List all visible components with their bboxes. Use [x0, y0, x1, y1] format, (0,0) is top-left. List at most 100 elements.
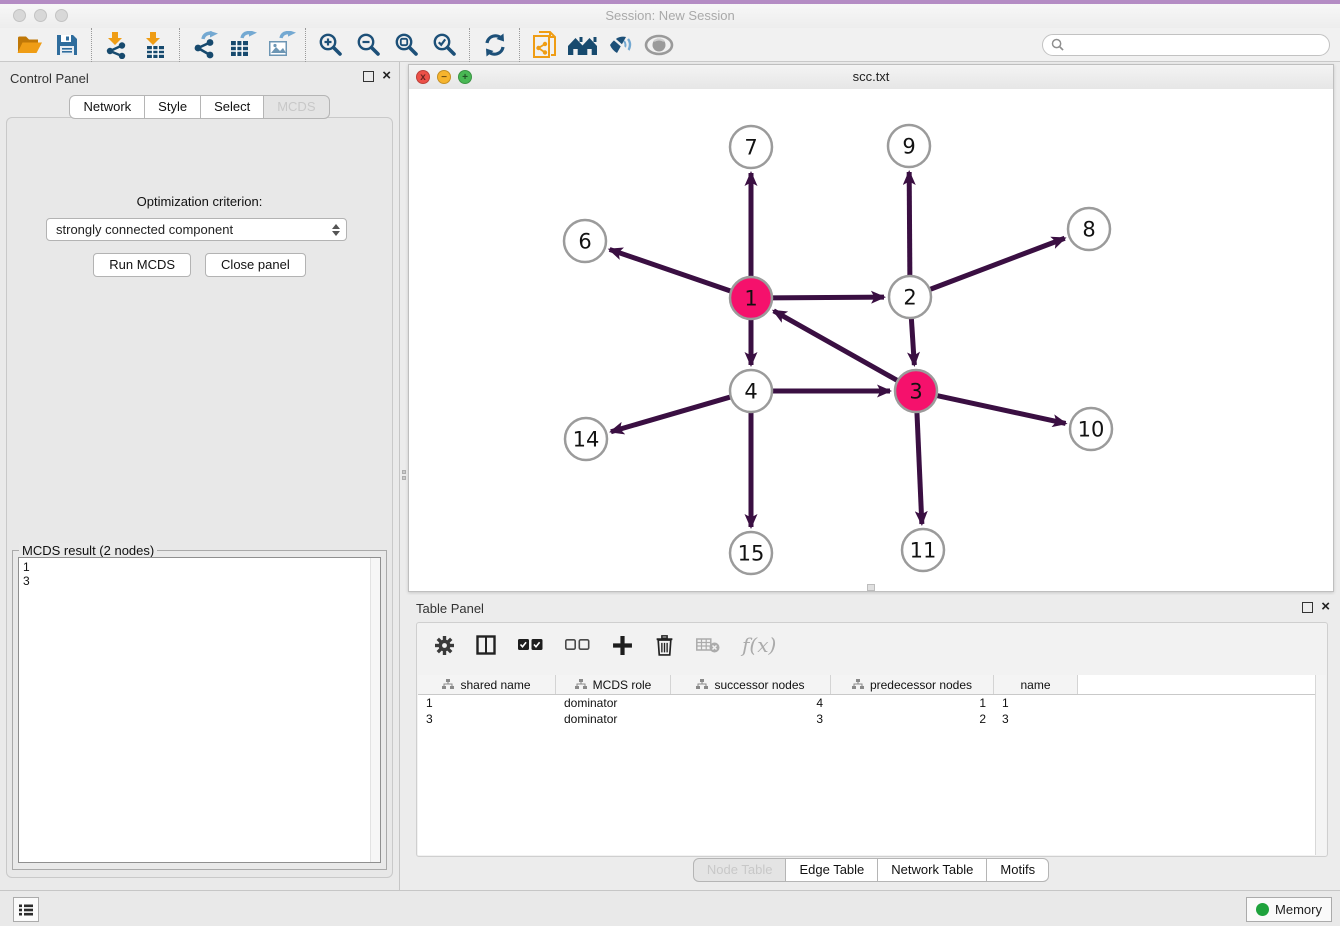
import-table-button[interactable]	[136, 30, 174, 60]
criterion-dropdown[interactable]: strongly connected component	[46, 218, 347, 241]
table-row[interactable]: 1dominator411	[418, 695, 1326, 711]
toolbar-separator	[305, 28, 307, 62]
control-panel: Control Panel × NetworkStyleSelectMCDS O…	[0, 62, 400, 890]
node-6[interactable]: 6	[564, 220, 606, 262]
zoom-fit-icon	[394, 32, 420, 58]
function-builder-button[interactable]: f(x)	[742, 633, 776, 657]
memory-button[interactable]: Memory	[1246, 897, 1332, 922]
node-label: 2	[903, 286, 916, 310]
edge-2-9[interactable]	[909, 172, 910, 278]
column-header-predecessor-nodes[interactable]: predecessor nodes	[831, 675, 994, 694]
cell-successor-nodes[interactable]: 3	[671, 712, 831, 726]
status-bar: Memory	[0, 890, 1340, 926]
panel-splitter[interactable]	[400, 62, 408, 890]
node-7[interactable]: 7	[730, 126, 772, 168]
node-9[interactable]: 9	[888, 125, 930, 167]
float-panel-icon[interactable]	[363, 71, 374, 82]
network-window-titlebar[interactable]: x − + scc.txt	[409, 65, 1333, 90]
node-14[interactable]: 14	[565, 418, 607, 460]
clone-network-button[interactable]	[526, 30, 564, 60]
open-session-button[interactable]	[10, 30, 48, 60]
node-2[interactable]: 2	[889, 276, 931, 318]
node-label: 1	[744, 287, 757, 311]
export-image-icon	[266, 31, 296, 59]
result-scrollbar[interactable]	[370, 558, 380, 862]
tab-select[interactable]: Select	[200, 95, 264, 119]
cell-name[interactable]: 3	[994, 712, 1078, 726]
edge-1-2[interactable]	[770, 297, 884, 298]
cell-predecessor-nodes[interactable]: 2	[831, 712, 994, 726]
export-table-button[interactable]	[224, 30, 262, 60]
zoom-out-button[interactable]	[350, 30, 388, 60]
float-table-panel-icon[interactable]	[1302, 602, 1313, 613]
save-session-button[interactable]	[48, 30, 86, 60]
cell-MCDS-role[interactable]: dominator	[556, 712, 671, 726]
cell-predecessor-nodes[interactable]: 1	[831, 696, 994, 710]
node-3[interactable]: 3	[895, 370, 937, 412]
cell-successor-nodes[interactable]: 4	[671, 696, 831, 710]
show-graphics-button[interactable]	[602, 30, 640, 60]
edge-3-11[interactable]	[917, 410, 922, 524]
node-15[interactable]: 15	[730, 532, 772, 574]
mcds-result-text[interactable]: 1 3	[18, 557, 381, 863]
close-table-panel-icon[interactable]: ×	[1321, 601, 1330, 613]
node-11[interactable]: 11	[902, 529, 944, 571]
birds-eye-button[interactable]	[640, 30, 678, 60]
add-row-button[interactable]	[612, 635, 633, 656]
close-panel-icon[interactable]: ×	[382, 70, 391, 82]
table-toolbar: f(x)	[417, 623, 1327, 667]
edge-2-8[interactable]	[928, 238, 1065, 290]
export-image-button[interactable]	[262, 30, 300, 60]
search-input[interactable]	[1069, 37, 1321, 53]
cell-shared-name[interactable]: 3	[418, 712, 556, 726]
edge-3-10[interactable]	[935, 395, 1066, 423]
edge-1-6[interactable]	[610, 249, 733, 291]
column-header-name[interactable]: name	[994, 675, 1078, 694]
deselect-all-button[interactable]	[565, 639, 590, 651]
zoom-selected-button[interactable]	[426, 30, 464, 60]
close-panel-button[interactable]: Close panel	[205, 253, 306, 277]
refresh-button[interactable]	[476, 30, 514, 60]
task-history-button[interactable]	[13, 897, 39, 922]
tab-node-table[interactable]: Node Table	[693, 858, 787, 882]
node-10[interactable]: 10	[1070, 408, 1112, 450]
zoom-in-button[interactable]	[312, 30, 350, 60]
node-label: 10	[1078, 418, 1105, 442]
network-canvas[interactable]: 7 9 6 8 1 2 4 3 14 10 15 11	[409, 89, 1333, 591]
column-header-shared-name[interactable]: shared name	[418, 675, 556, 694]
run-mcds-button[interactable]: Run MCDS	[93, 253, 191, 277]
show-columns-button[interactable]	[476, 635, 496, 655]
edge-3-1[interactable]	[774, 311, 900, 382]
column-type-icon	[442, 679, 454, 690]
node-4[interactable]: 4	[730, 370, 772, 412]
edge-4-14[interactable]	[611, 396, 733, 431]
delete-table-button[interactable]	[696, 637, 720, 653]
tab-motifs[interactable]: Motifs	[986, 858, 1049, 882]
cell-name[interactable]: 1	[994, 696, 1078, 710]
cell-shared-name[interactable]: 1	[418, 696, 556, 710]
select-all-button[interactable]	[518, 639, 543, 651]
column-header-successor-nodes[interactable]: successor nodes	[671, 675, 831, 694]
tab-mcds[interactable]: MCDS	[263, 95, 329, 119]
zoom-fit-button[interactable]	[388, 30, 426, 60]
tab-edge-table[interactable]: Edge Table	[785, 858, 878, 882]
export-network-button[interactable]	[186, 30, 224, 60]
gear-icon	[435, 636, 454, 655]
table-body: 1dominator4113dominator323	[418, 695, 1326, 727]
tab-style[interactable]: Style	[144, 95, 201, 119]
main-toolbar	[0, 28, 1340, 62]
import-network-button[interactable]	[98, 30, 136, 60]
tab-network[interactable]: Network	[69, 95, 145, 119]
cell-MCDS-role[interactable]: dominator	[556, 696, 671, 710]
delete-row-button[interactable]	[655, 635, 674, 656]
home-button[interactable]	[564, 30, 602, 60]
table-row[interactable]: 3dominator323	[418, 711, 1326, 727]
edge-2-3[interactable]	[911, 316, 914, 365]
canvas-resize-handle[interactable]	[867, 584, 875, 591]
column-header-MCDS-role[interactable]: MCDS role	[556, 675, 671, 694]
node-1[interactable]: 1	[730, 277, 772, 319]
table-scrollbar[interactable]	[1315, 675, 1326, 855]
node-8[interactable]: 8	[1068, 208, 1110, 250]
table-settings-button[interactable]	[435, 636, 454, 655]
tab-network-table[interactable]: Network Table	[877, 858, 987, 882]
